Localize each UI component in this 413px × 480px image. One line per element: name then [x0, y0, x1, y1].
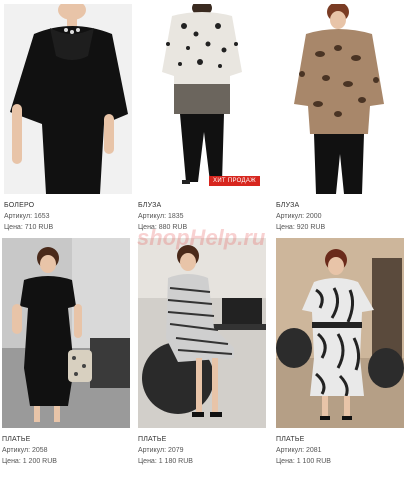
product-price: Цена: 880 RUB — [138, 224, 188, 231]
product-price: Цена: 1 180 RUB — [138, 458, 193, 465]
product-article: Артикул: 2058 — [2, 447, 48, 454]
product-card[interactable]: БОЛЕРО Артикул: 1653 Цена: 710 RUB — [4, 4, 132, 233]
product-price: Цена: 1 100 RUB — [276, 458, 331, 465]
product-price: Цена: 920 RUB — [276, 224, 326, 231]
product-photo[interactable]: ХИТ ПРОДАЖ — [138, 4, 266, 194]
product-article: Артикул: 2000 — [276, 213, 322, 220]
product-name[interactable]: БОЛЕРО — [4, 200, 132, 211]
product-card[interactable]: ПЛАТЬЕ Артикул: 2058 Цена: 1 200 RUB — [2, 238, 130, 467]
bestseller-badge: ХИТ ПРОДАЖ — [209, 176, 260, 186]
product-card[interactable]: ПЛАТЬЕ Артикул: 2079 Цена: 1 180 RUB — [138, 238, 266, 467]
product-article: Артикул: 2081 — [276, 447, 322, 454]
product-card[interactable]: ПЛАТЬЕ Артикул: 2081 Цена: 1 100 RUB — [276, 238, 404, 467]
product-name[interactable]: ПЛАТЬЕ — [138, 434, 266, 445]
product-article: Артикул: 1835 — [138, 213, 184, 220]
product-article: Артикул: 1653 — [4, 213, 50, 220]
product-article: Артикул: 2079 — [138, 447, 184, 454]
product-grid: БОЛЕРО Артикул: 1653 Цена: 710 RUB ХИТ П… — [0, 0, 413, 480]
product-price: Цена: 1 200 RUB — [2, 458, 57, 465]
product-photo[interactable] — [4, 4, 132, 194]
product-photo[interactable] — [276, 238, 404, 428]
product-card[interactable]: ХИТ ПРОДАЖ БЛУЗА Артикул: 1835 Цена: 880… — [138, 4, 266, 233]
product-name[interactable]: БЛУЗА — [276, 200, 404, 211]
product-photo[interactable] — [2, 238, 130, 428]
product-name[interactable]: ПЛАТЬЕ — [276, 434, 404, 445]
product-photo[interactable] — [276, 4, 404, 194]
product-photo[interactable] — [138, 238, 266, 428]
product-name[interactable]: ПЛАТЬЕ — [2, 434, 130, 445]
product-card[interactable]: БЛУЗА Артикул: 2000 Цена: 920 RUB — [276, 4, 404, 233]
product-price: Цена: 710 RUB — [4, 224, 54, 231]
product-name[interactable]: БЛУЗА — [138, 200, 266, 211]
